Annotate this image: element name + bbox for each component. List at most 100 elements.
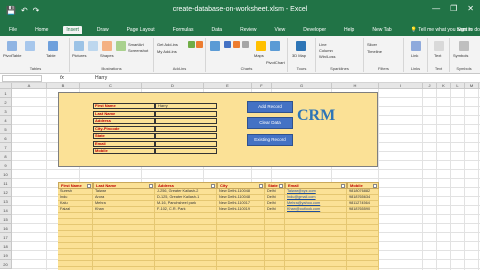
smartart-button[interactable]: SmartArt [128, 42, 144, 47]
maps-icon[interactable] [256, 41, 266, 51]
filter-dropdown-icon[interactable] [211, 184, 215, 188]
clear-data-button[interactable]: Clear Data [247, 117, 293, 129]
column-chart-icon[interactable] [224, 41, 231, 48]
row-header[interactable]: 9 [0, 161, 12, 170]
table-header-email[interactable]: Email [285, 182, 347, 189]
fx-icon[interactable]: fx [60, 75, 64, 81]
row-header[interactable]: 15 [0, 215, 12, 224]
row-header[interactable]: 20 [0, 260, 12, 269]
tab-view[interactable]: View [272, 26, 289, 34]
table-header-state[interactable]: State [265, 182, 285, 189]
row-header[interactable]: 2 [0, 98, 12, 107]
pivotchart-icon[interactable] [270, 41, 280, 51]
filter-dropdown-icon[interactable] [87, 184, 91, 188]
form-input-email[interactable] [155, 140, 217, 147]
minimize-icon[interactable]: — [432, 4, 440, 13]
existing-record-button[interactable]: Existing Record [247, 134, 293, 146]
column-header-a[interactable]: A [12, 83, 47, 89]
row-header[interactable]: 10 [0, 170, 12, 179]
restore-icon[interactable]: ❐ [450, 4, 457, 13]
row-header[interactable]: 14 [0, 206, 12, 215]
column-header-d[interactable]: D [142, 83, 204, 89]
3d-map-button[interactable]: 3D Map [292, 53, 306, 58]
row-header[interactable]: 11 [0, 179, 12, 188]
column-header-f[interactable]: F [252, 83, 272, 89]
filter-dropdown-icon[interactable] [279, 184, 283, 188]
tab-developer[interactable]: Developer [300, 26, 329, 34]
tab-help[interactable]: Help [341, 26, 357, 34]
sparkline-winloss-button[interactable]: Win/Loss [319, 54, 335, 59]
screenshot-button[interactable]: Screenshot [128, 48, 148, 53]
row-header[interactable]: 8 [0, 152, 12, 161]
table-header-city[interactable]: City [217, 182, 265, 189]
form-input-last-name[interactable] [155, 110, 217, 117]
pivottable-button[interactable]: PivotTable [3, 53, 21, 58]
pictures-button[interactable]: Pictures [72, 53, 86, 58]
column-header-g[interactable]: G [272, 83, 332, 89]
add-record-button[interactable]: Add Record [247, 101, 293, 113]
row-header[interactable]: 17 [0, 233, 12, 242]
table-button[interactable]: Table [46, 53, 56, 58]
table-header-first-name[interactable]: First Name [58, 182, 93, 189]
my-addins-button[interactable]: My Add-ins [157, 49, 177, 54]
link-icon[interactable] [411, 41, 421, 51]
table-header-last-name[interactable]: Last Name [93, 182, 155, 189]
row-header[interactable]: 16 [0, 224, 12, 233]
tab-home[interactable]: Home [32, 26, 51, 34]
pictures-icon[interactable] [74, 41, 84, 51]
column-header-m[interactable]: M [465, 83, 479, 89]
people-graph-icon[interactable] [196, 41, 203, 48]
pivottable-icon[interactable] [7, 41, 17, 51]
tab-data[interactable]: Data [209, 26, 226, 34]
row-header[interactable]: 5 [0, 125, 12, 134]
slicer-button[interactable]: Slicer [367, 42, 377, 47]
table-header-address[interactable]: Address [155, 182, 217, 189]
line-chart-icon[interactable] [233, 41, 240, 48]
worksheet-grid[interactable]: First Name Harry Last Name Address City-Pinc… [0, 83, 480, 270]
tab-review[interactable]: Review [237, 26, 259, 34]
tab-page-layout[interactable]: Page Layout [124, 26, 158, 34]
pie-chart-icon[interactable] [242, 41, 249, 48]
tab-file[interactable]: File [6, 26, 20, 34]
row-header[interactable]: 12 [0, 188, 12, 197]
filter-dropdown-icon[interactable] [341, 184, 345, 188]
row-header[interactable]: 7 [0, 143, 12, 152]
filter-dropdown-icon[interactable] [259, 184, 263, 188]
link-button[interactable]: Link [411, 53, 418, 58]
row-header[interactable]: 6 [0, 134, 12, 143]
row-header[interactable]: 4 [0, 116, 12, 125]
recommended-charts-icon[interactable] [210, 41, 220, 51]
form-input-mobile[interactable] [155, 148, 217, 154]
get-addins-button[interactable]: Get Add-ins [157, 42, 178, 47]
table-icon[interactable] [48, 41, 58, 51]
timeline-button[interactable]: Timeline [367, 49, 382, 54]
tab-formulas[interactable]: Formulas [170, 26, 197, 34]
column-header-j[interactable]: J [423, 83, 437, 89]
tab-insert[interactable]: Insert [63, 26, 82, 34]
sparkline-column-button[interactable]: Column [319, 48, 333, 53]
form-input-city-pincode[interactable] [155, 125, 217, 132]
column-header-k[interactable]: K [437, 83, 451, 89]
3d-map-icon[interactable] [296, 41, 306, 51]
table-header-mobile[interactable]: Mobile [347, 182, 379, 189]
row-header[interactable]: 13 [0, 197, 12, 206]
row-header[interactable]: 18 [0, 242, 12, 251]
shapes-button[interactable]: Shapes [100, 53, 114, 58]
row-header[interactable]: 19 [0, 251, 12, 260]
formula-input[interactable]: Harry [95, 75, 107, 81]
icons-icon[interactable] [116, 41, 126, 51]
bing-maps-icon[interactable] [188, 41, 195, 48]
form-input-state[interactable] [155, 133, 217, 139]
symbols-button[interactable]: Symbols [453, 53, 468, 58]
pivotchart-button[interactable]: PivotChart [266, 60, 285, 65]
row-header[interactable]: 1 [0, 89, 12, 98]
filter-dropdown-icon[interactable] [149, 184, 153, 188]
text-button[interactable]: Text [434, 53, 441, 58]
filter-dropdown-icon[interactable] [373, 184, 377, 188]
column-header-l[interactable]: L [451, 83, 465, 89]
shapes-icon[interactable] [102, 41, 112, 51]
tab-new-tab[interactable]: New Tab [369, 26, 394, 34]
tab-draw[interactable]: Draw [94, 26, 112, 34]
maps-button[interactable]: Maps [254, 53, 264, 58]
online-pictures-icon[interactable] [88, 41, 98, 51]
